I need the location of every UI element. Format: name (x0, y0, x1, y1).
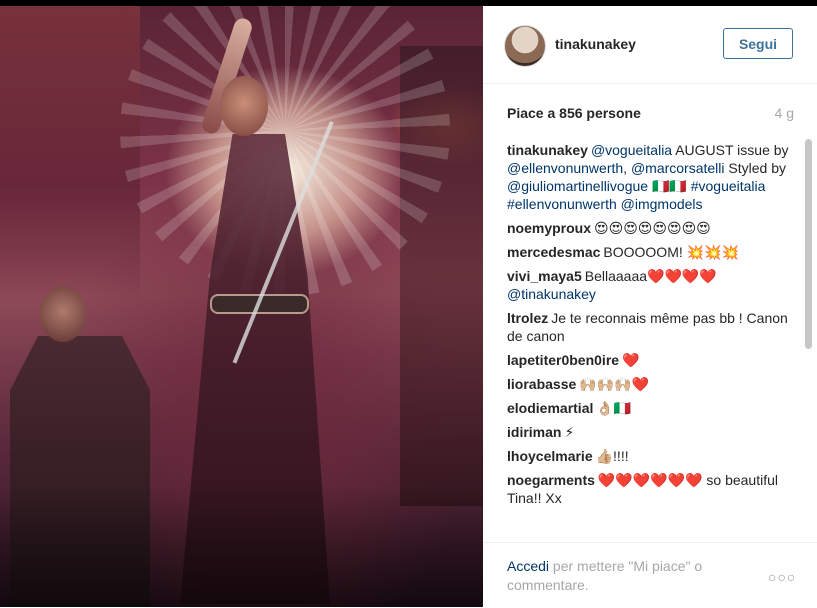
comment: idiriman ⚡ (507, 423, 791, 441)
comment-text: Je te reconnais même pas bb ! Canon de c… (507, 310, 788, 344)
post-photo[interactable] (0, 6, 483, 607)
comments-scrollbar[interactable] (805, 139, 812, 539)
comment-username[interactable]: liorabasse (507, 376, 576, 392)
comment-username[interactable]: noegarments (507, 472, 595, 488)
comment-username[interactable]: tinakunakey (507, 142, 588, 158)
comment: ltrolez Je te reconnais même pas bb ! Can… (507, 309, 791, 345)
comment-text: AUGUST issue by (672, 142, 789, 158)
comment-tag-link[interactable]: #ellenvonunwerth (507, 196, 617, 212)
comment-text: Styled by (724, 160, 787, 176)
comment-text: ❤️ (622, 352, 640, 368)
comment-text: BOOOOOM! 💥💥💥 (603, 244, 739, 260)
post-footer: Accedi per mettere "Mi piace" o commenta… (483, 542, 817, 608)
comment: elodiemartial 👌🏼🇮🇹 (507, 399, 791, 417)
comment: noegarments ❤️❤️❤️❤️❤️❤️ so beautiful Tin… (507, 471, 791, 507)
comment-text: 👍🏼!!!! (595, 448, 629, 464)
comment-text: , (623, 160, 631, 176)
comments-list: tinakunakey @vogueitalia AUGUST issue by … (507, 141, 791, 539)
comment: liorabasse 🙌🏼🙌🏼🙌🏼❤️ (507, 375, 791, 393)
post-side-panel: tinakunakey Segui Piace a 856 persone 4 … (483, 6, 817, 607)
avatar[interactable] (504, 25, 546, 67)
comment-username[interactable]: idiriman (507, 424, 561, 440)
comment-tag-link[interactable]: @marcorsatelli (631, 160, 725, 176)
more-options-icon[interactable]: ○○○ (768, 569, 796, 585)
comment-tag-link[interactable]: @giuliomartinellivogue (507, 178, 648, 194)
comment-text: Bellaaaaa❤️❤️❤️❤️ (584, 268, 717, 284)
comment-tag-link[interactable]: #vogueitalia (691, 178, 766, 194)
comment-username[interactable]: vivi_maya5 (507, 268, 582, 284)
comment-text: 👌🏼🇮🇹 (596, 400, 632, 416)
photo-background-left (0, 6, 140, 306)
comment-username[interactable]: mercedesmac (507, 244, 600, 260)
photo-man-head (40, 286, 86, 342)
post-timestamp[interactable]: 4 g (775, 105, 794, 121)
scrollbar-thumb[interactable] (805, 139, 812, 349)
comment-text: ⚡ (564, 424, 575, 440)
post-header: tinakunakey Segui (483, 6, 817, 84)
likes-count: Piace a 856 persone (507, 105, 641, 121)
post-username[interactable]: tinakunakey (555, 36, 636, 52)
comment-text: 🇮🇹🇮🇹 (648, 178, 691, 194)
comment: vivi_maya5 Bellaaaaa❤️❤️❤️❤️ @tinakunakey (507, 267, 791, 303)
comment: lapetiter0ben0ire ❤️ (507, 351, 791, 369)
photo-shadow (0, 486, 483, 607)
comment-tag-link[interactable]: @vogueitalia (591, 142, 672, 158)
caption: tinakunakey @vogueitalia AUGUST issue by … (507, 141, 791, 213)
comment-username[interactable]: elodiemartial (507, 400, 593, 416)
comment-username[interactable]: lapetiter0ben0ire (507, 352, 619, 368)
comment-username[interactable]: noemyproux (507, 220, 591, 236)
comment-text: 🙌🏼🙌🏼🙌🏼❤️ (579, 376, 649, 392)
login-prompt: Accedi per mettere "Mi piace" o commenta… (507, 557, 737, 595)
comment: noemyproux 😍😍😍😍😍😍😍😍 (507, 219, 791, 237)
comment-username[interactable]: lhoycelmarie (507, 448, 593, 464)
comment: lhoycelmarie 👍🏼!!!! (507, 447, 791, 465)
comment-tag-link[interactable]: @ellenvonunwerth (507, 160, 623, 176)
comment-tag-link[interactable]: @tinakunakey (507, 286, 596, 302)
photo-woman-head (220, 76, 268, 136)
follow-button[interactable]: Segui (723, 28, 793, 59)
comment-username[interactable]: ltrolez (507, 310, 548, 326)
login-link[interactable]: Accedi (507, 558, 549, 574)
comment: mercedesmac BOOOOOM! 💥💥💥 (507, 243, 791, 261)
comment-text: 😍😍😍😍😍😍😍😍 (594, 220, 711, 236)
comment-tag-link[interactable]: @imgmodels (621, 196, 703, 212)
